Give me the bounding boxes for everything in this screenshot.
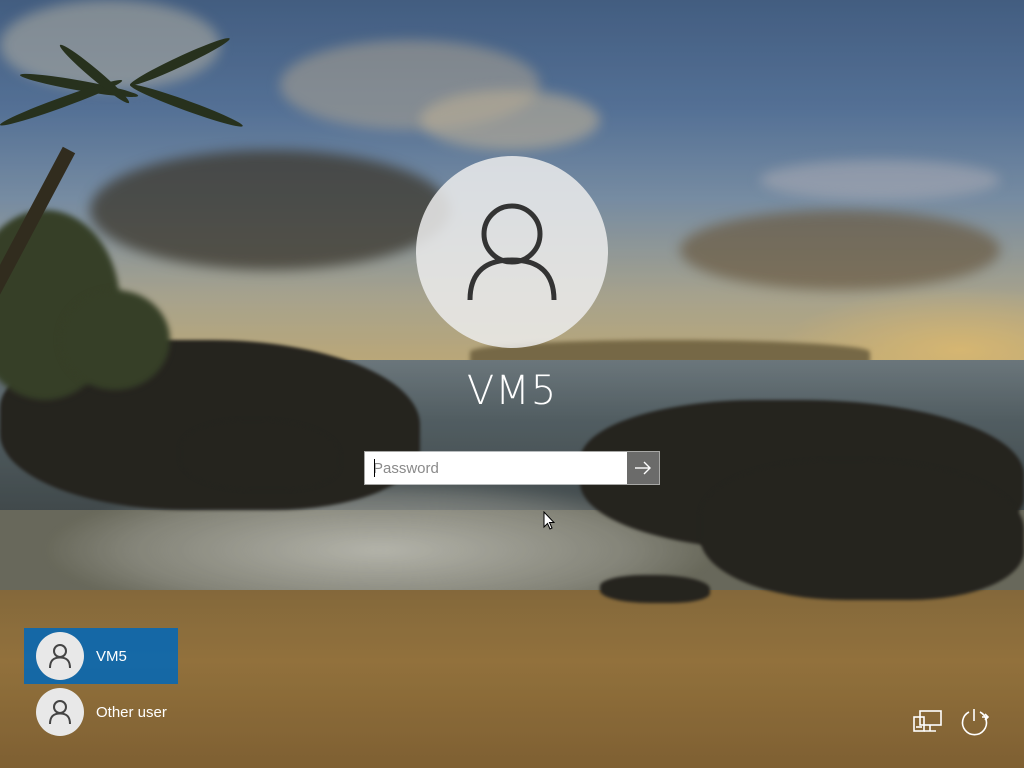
ease-of-access-power-icon — [961, 709, 990, 736]
network-icon — [913, 710, 942, 732]
user-tile-vm5[interactable]: VM5 — [24, 628, 178, 684]
submit-button[interactable] — [627, 452, 659, 484]
user-avatar — [36, 688, 84, 736]
network-button[interactable] — [912, 706, 944, 738]
account-avatar — [416, 156, 608, 348]
person-icon — [49, 700, 71, 725]
password-box — [365, 452, 659, 484]
user-tile-label: Other user — [96, 703, 167, 721]
account-name: VM5 — [466, 368, 558, 414]
user-tile-label: VM5 — [96, 647, 127, 665]
arrow-right-icon — [635, 461, 651, 475]
password-input[interactable] — [365, 452, 627, 484]
user-avatar — [36, 632, 84, 680]
text-caret — [374, 459, 375, 477]
person-icon — [49, 644, 71, 669]
mouse-cursor — [543, 511, 555, 530]
user-tile-other-user[interactable]: Other user — [24, 684, 178, 740]
ease-of-access-button[interactable] — [958, 706, 990, 738]
person-icon — [467, 203, 557, 301]
